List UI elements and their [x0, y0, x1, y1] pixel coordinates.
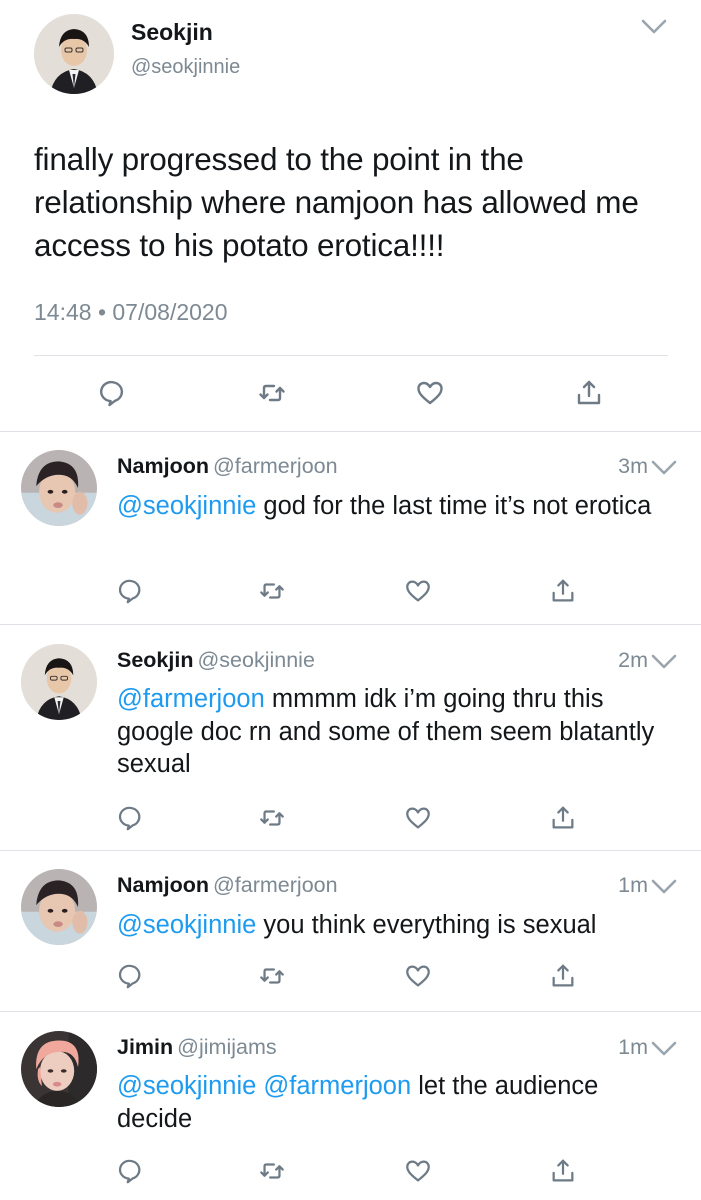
author-name[interactable]: Namjoon: [117, 454, 209, 478]
reply-icon[interactable]: [99, 378, 129, 408]
retweet-icon[interactable]: [258, 962, 286, 990]
mention-link[interactable]: @farmerjoon: [117, 685, 265, 713]
author-handle[interactable]: @farmerjoon: [213, 873, 338, 897]
author-handle[interactable]: @seokjinnie: [131, 56, 240, 79]
tweet-timestamp: 14:48 • 07/08/2020: [34, 299, 228, 325]
author-name[interactable]: Seokjin: [131, 19, 213, 46]
reply-age: 2m: [618, 648, 648, 672]
reply-text: @seokjinnie god for the last time it’s n…: [117, 490, 677, 523]
reply-age: 3m: [618, 454, 648, 478]
author-handle[interactable]: @farmerjoon: [213, 454, 338, 478]
reply-age: 1m: [618, 1035, 648, 1059]
author-name[interactable]: Jimin: [117, 1035, 173, 1059]
avatar[interactable]: [21, 450, 97, 526]
like-icon[interactable]: [404, 577, 432, 605]
reply-icon[interactable]: [118, 804, 146, 832]
main-tweet: Seokjin @seokjinnie finally progressed t…: [0, 0, 701, 431]
chevron-down-icon[interactable]: [650, 1039, 678, 1059]
chevron-down-icon[interactable]: [650, 458, 678, 478]
retweet-icon[interactable]: [258, 804, 286, 832]
reply-text: @farmerjoon mmmm idk i’m going thru this…: [117, 683, 677, 781]
divider: [34, 355, 668, 356]
reply-age: 1m: [618, 873, 648, 897]
avatar[interactable]: [21, 1031, 97, 1107]
reply-icon[interactable]: [118, 1157, 146, 1185]
reply-body: you think everything is sexual: [256, 911, 597, 939]
share-icon[interactable]: [549, 577, 577, 605]
author-name[interactable]: Namjoon: [117, 873, 209, 897]
mention-link[interactable]: @farmerjoon: [263, 1072, 411, 1100]
reply-text: @seokjinnie @farmerjoon let the audience…: [117, 1070, 677, 1135]
reply-tweet[interactable]: Seokjin @seokjinnie 2m @farmerjoon mmmm i…: [0, 624, 701, 850]
tweet-text: finally progressed to the point in the r…: [34, 141, 639, 263]
avatar[interactable]: [21, 869, 97, 945]
reply-body: god for the last time it’s not erotica: [256, 492, 652, 520]
retweet-icon[interactable]: [257, 378, 287, 408]
mention-link[interactable]: @seokjinnie: [117, 911, 256, 939]
reply-header: Namjoon @farmerjoon: [117, 454, 338, 479]
reply-header: Jimin @jimijams: [117, 1035, 277, 1060]
author-name[interactable]: Seokjin: [117, 648, 193, 672]
chevron-down-icon[interactable]: [650, 652, 678, 672]
mention-link[interactable]: @seokjinnie: [117, 492, 256, 520]
reply-header: Namjoon @farmerjoon: [117, 873, 338, 898]
retweet-icon[interactable]: [258, 577, 286, 605]
avatar[interactable]: [21, 644, 97, 720]
like-icon[interactable]: [404, 962, 432, 990]
reply-icon[interactable]: [118, 962, 146, 990]
share-icon[interactable]: [549, 962, 577, 990]
mention-link[interactable]: @seokjinnie: [117, 1072, 256, 1100]
author-handle[interactable]: @jimijams: [177, 1035, 276, 1059]
author-handle[interactable]: @seokjinnie: [197, 648, 314, 672]
chevron-down-icon[interactable]: [650, 877, 678, 897]
share-icon[interactable]: [549, 804, 577, 832]
like-icon[interactable]: [415, 378, 445, 408]
share-icon[interactable]: [574, 378, 604, 408]
share-icon[interactable]: [549, 1157, 577, 1185]
reply-text: @seokjinnie you think everything is sexu…: [117, 909, 677, 942]
reply-tweet[interactable]: Namjoon @farmerjoon 1m @seokjinnie you th…: [0, 850, 701, 1011]
like-icon[interactable]: [404, 1157, 432, 1185]
retweet-icon[interactable]: [258, 1157, 286, 1185]
chevron-down-icon[interactable]: [640, 16, 668, 38]
reply-icon[interactable]: [118, 577, 146, 605]
avatar[interactable]: [34, 14, 114, 94]
reply-header: Seokjin @seokjinnie: [117, 648, 315, 673]
reply-tweet[interactable]: Jimin @jimijams 1m @seokjinnie @farmerjoo…: [0, 1011, 701, 1200]
like-icon[interactable]: [404, 804, 432, 832]
reply-tweet[interactable]: Namjoon @farmerjoon 3m @seokjinnie god fo…: [0, 431, 701, 624]
